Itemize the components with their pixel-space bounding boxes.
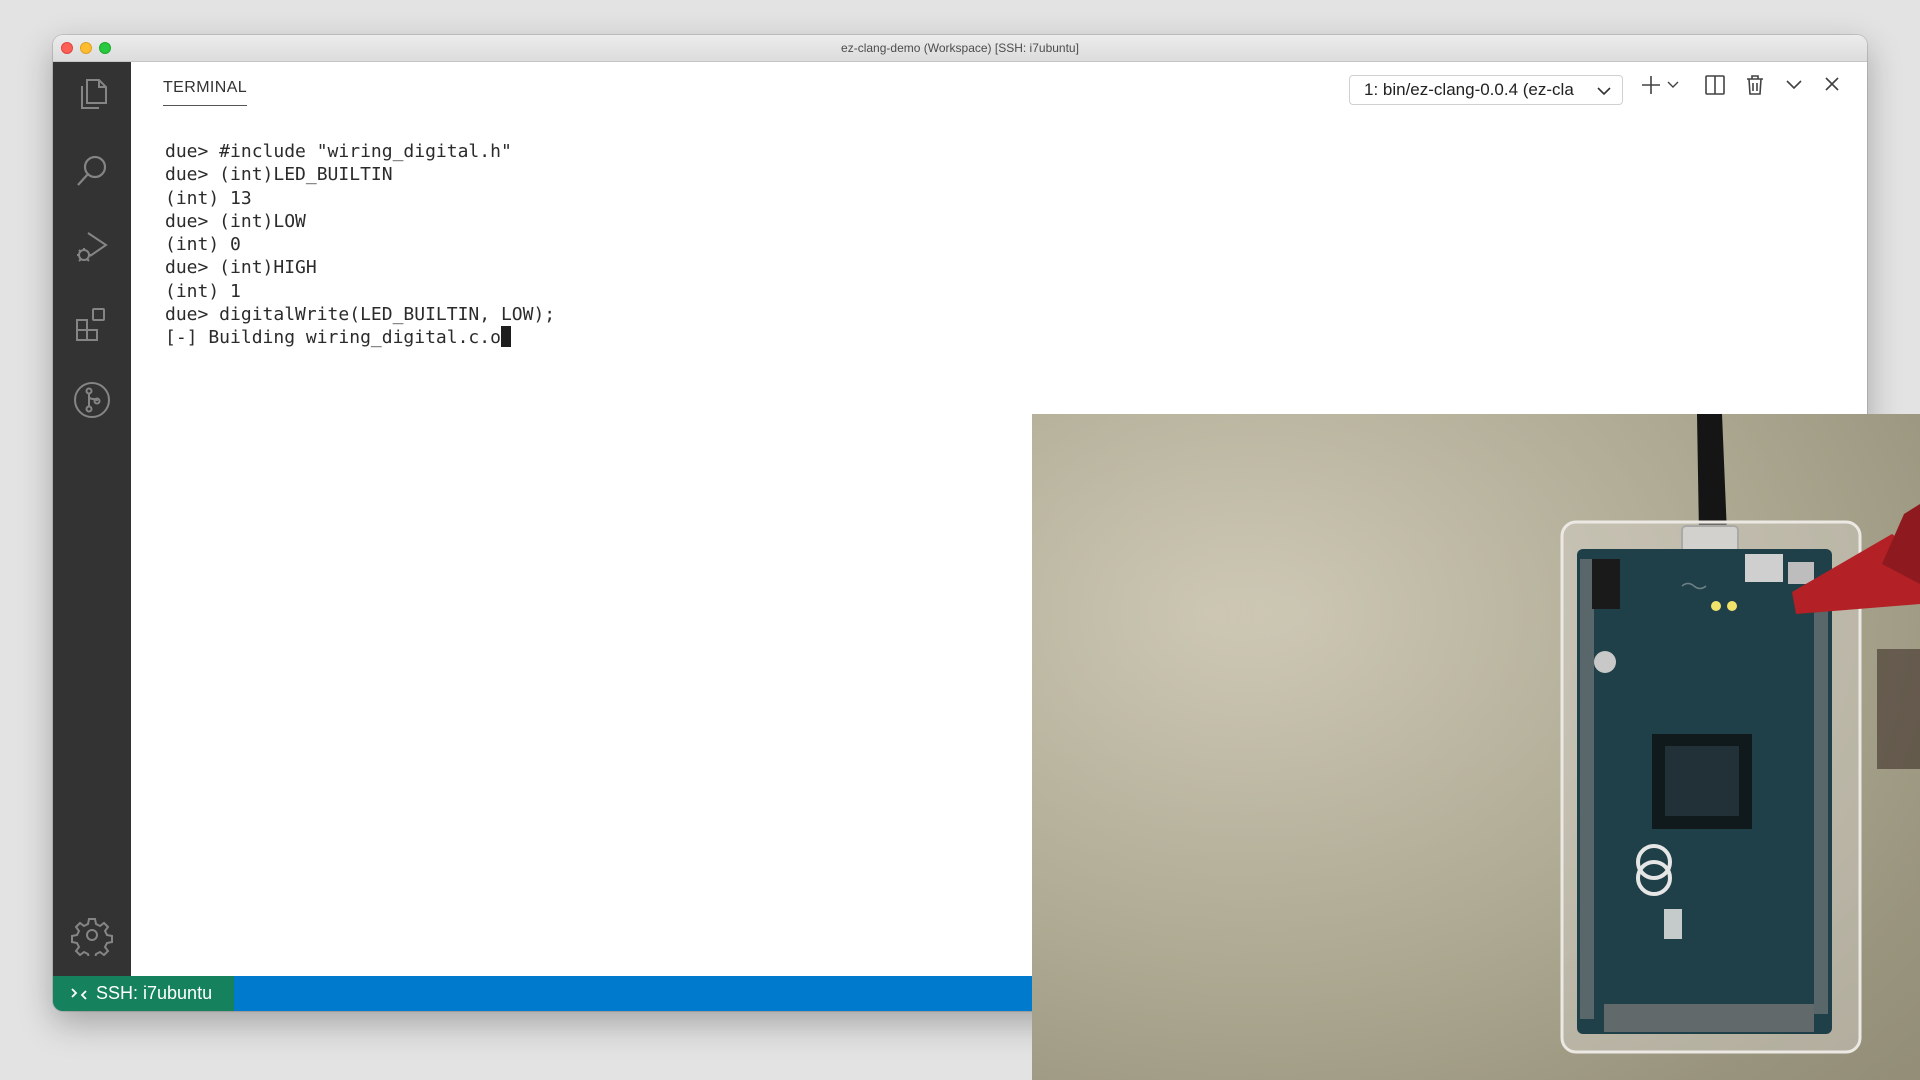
remote-label: SSH: i7ubuntu [96,983,213,1003]
terminal-line: (int) 1 [165,280,241,302]
terminal-line: (int) 0 [165,234,241,256]
chevron-down-icon[interactable] [1783,73,1805,95]
terminal-cursor [500,326,511,348]
tab-terminal[interactable]: TERMINAL [163,79,248,106]
extensions-icon[interactable] [70,302,114,346]
remote-indicator[interactable]: SSH: i7ubuntu [53,976,234,1011]
search-icon[interactable] [70,149,114,193]
new-terminal-button[interactable] [1639,73,1663,97]
source-control-icon[interactable] [70,378,114,422]
terminal-line: due> (int)LOW [165,210,306,232]
close-icon[interactable] [1821,73,1843,95]
terminal-line: due> (int)LED_BUILTIN [165,164,393,186]
activity-bar [53,62,131,976]
terminal-select-value: 1: bin/ez-clang-0.0.4 (ez-cla [1364,80,1574,99]
terminal-line: due> digitalWrite(LED_BUILTIN, LOW); [165,304,556,326]
arduino-board-photo [1032,414,1920,1080]
chevron-down-icon[interactable] [1666,77,1680,91]
title-bar: ez-clang-demo (Workspace) [SSH: i7ubuntu… [53,35,1867,62]
terminal-output[interactable]: due> #include "wiring_digital.h" due> (i… [165,140,555,350]
split-icon[interactable] [1703,73,1727,97]
terminal-line: due> (int)HIGH [165,257,317,279]
explorer-icon[interactable] [70,72,114,116]
terminal-line: (int) 13 [165,187,252,209]
chevron-down-icon [1596,83,1612,104]
terminal-line: [-] Building wiring_digital.c.o [165,327,501,349]
gear-icon[interactable] [70,913,114,957]
terminal-select[interactable]: 1: bin/ez-clang-0.0.4 (ez-cla [1349,75,1623,105]
terminal-line: due> #include "wiring_digital.h" [165,141,512,162]
remote-icon [71,987,87,1000]
run-debug-icon[interactable] [70,225,114,269]
window-title: ez-clang-demo (Workspace) [SSH: i7ubuntu… [841,41,1079,55]
camera-overlay [1032,414,1920,1080]
trash-icon[interactable] [1743,73,1767,97]
